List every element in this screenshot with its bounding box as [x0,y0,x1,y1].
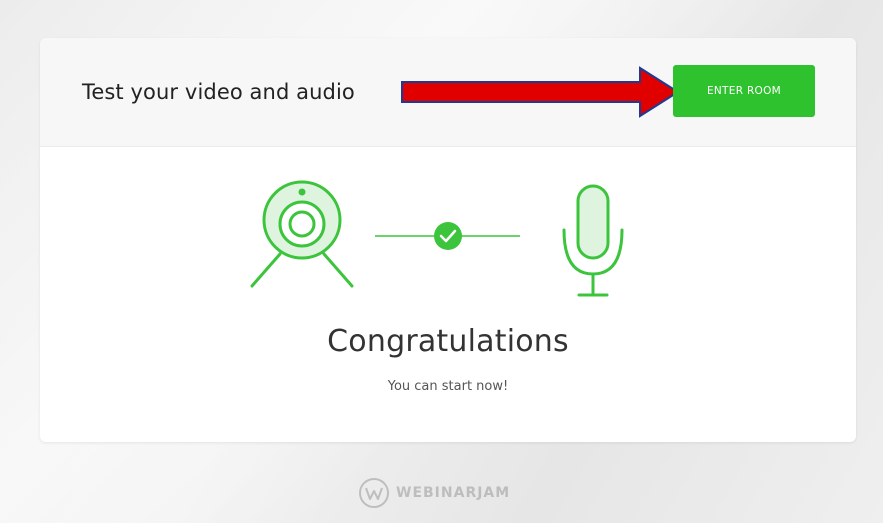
page-title: Test your video and audio [82,80,355,104]
card-header: Test your video and audio ENTER ROOM [40,38,856,147]
microphone-icon [562,184,624,297]
device-test-card: Test your video and audio ENTER ROOM Con… [40,38,856,442]
webinarjam-logo-icon [359,478,389,508]
footer-brand: WEBINARJAM [358,476,510,510]
device-status-illustration [250,180,624,297]
webcam-icon [250,180,354,288]
red-arrow-annotation [401,66,680,118]
status-headline: Congratulations [327,324,569,359]
status-message: You can start now! [387,379,509,394]
check-circle-icon [434,222,462,250]
footer-brand-name: WEBINARJAM [396,485,511,501]
enter-room-button[interactable]: ENTER ROOM [673,65,815,117]
